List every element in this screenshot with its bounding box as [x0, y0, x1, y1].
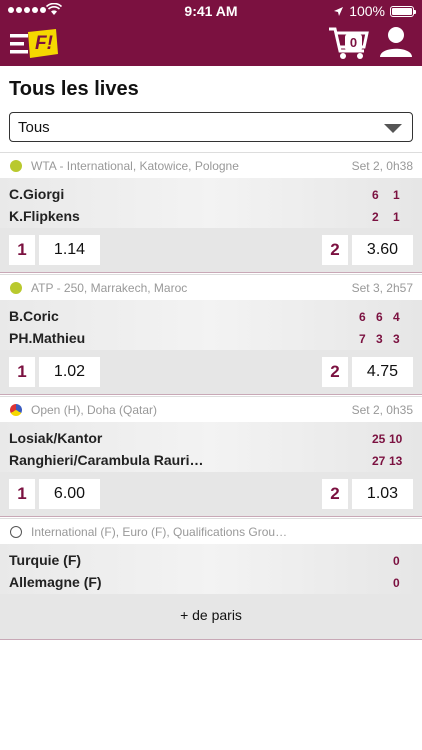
odd-label-away[interactable]: 2 — [322, 235, 348, 265]
event-status: Set 2, 0h38 — [351, 159, 413, 173]
team-name: Ranghieri/Carambula Rauri… — [9, 452, 204, 468]
tennis-ball-icon — [10, 282, 22, 294]
odd-value-home[interactable]: 6.00 — [39, 479, 100, 509]
score-cell: 6 — [372, 188, 379, 202]
team-name: Turquie (F) — [9, 552, 82, 568]
score-cell: 0 — [393, 576, 400, 590]
event-competition: WTA - International, Katowice, Pologne — [31, 159, 239, 173]
team-name: K.Flipkens — [9, 208, 80, 224]
score-cell: 13 — [389, 454, 403, 468]
sport-filter-select[interactable]: Tous — [9, 112, 413, 142]
battery-icon — [390, 5, 416, 17]
logo-text: F! — [35, 33, 53, 54]
event-status: Set 3, 2h57 — [351, 281, 413, 295]
football-icon — [10, 526, 22, 538]
battery-percent: 100% — [349, 3, 385, 19]
odd-label-away[interactable]: 2 — [322, 479, 348, 509]
event-header[interactable]: WTA - International, Katowice, Pologne S… — [0, 152, 422, 178]
chevron-down-icon — [384, 124, 402, 133]
team-name: Losiak/Kantor — [9, 430, 103, 446]
event-header[interactable]: ATP - 250, Marrakech, Maroc Set 3, 2h57 — [0, 274, 422, 300]
event-match[interactable]: Turquie (F) Allemagne (F) 0 0 — [0, 544, 422, 594]
location-arrow-icon — [334, 6, 344, 16]
status-bar: 9:41 AM 100% — [0, 0, 422, 22]
odd-label-home[interactable]: 1 — [9, 235, 35, 265]
app-header: 9:41 AM 100% F! 0 — [0, 0, 422, 66]
event-match[interactable]: Losiak/Kantor Ranghieri/Carambula Rauri…… — [0, 422, 422, 472]
score-cell: 1 — [393, 210, 400, 224]
event-match[interactable]: C.Giorgi K.Flipkens 6 1 2 1 — [0, 178, 422, 228]
score-cell: 7 — [359, 332, 366, 346]
odd-label-home[interactable]: 1 — [9, 357, 35, 387]
score-cell: 4 — [393, 310, 400, 324]
menu-button[interactable]: F! — [8, 28, 60, 60]
odd-value-home[interactable]: 1.02 — [39, 357, 100, 387]
event-match[interactable]: B.Coric PH.Mathieu 6 6 4 7 3 3 — [0, 300, 422, 350]
more-bets-row[interactable]: + de paris — [0, 594, 422, 639]
event-competition: Open (H), Doha (Qatar) — [31, 403, 158, 417]
event-card: International (F), Euro (F), Qualificati… — [0, 518, 422, 640]
odd-label-away[interactable]: 2 — [322, 357, 348, 387]
odd-label-home[interactable]: 1 — [9, 479, 35, 509]
score-cell: 6 — [376, 310, 383, 324]
team-name: PH.Mathieu — [9, 330, 86, 346]
score-cell: 1 — [393, 188, 400, 202]
score-cell: 10 — [389, 432, 403, 446]
score-cell: 25 — [372, 432, 386, 446]
page-title: Tous les lives — [9, 78, 139, 100]
odds-row: 1 1.02 2 4.75 — [0, 350, 422, 394]
cart-count-badge: 0 — [345, 34, 362, 51]
event-competition: International (F), Euro (F), Qualificati… — [31, 525, 288, 539]
more-bets-link[interactable]: + de paris — [0, 607, 422, 623]
odds-row: 1 6.00 2 1.03 — [0, 472, 422, 516]
score-cell: 0 — [393, 554, 400, 568]
account-button[interactable] — [378, 26, 414, 58]
odd-value-away[interactable]: 3.60 — [352, 235, 413, 265]
odd-value-away[interactable]: 4.75 — [352, 357, 413, 387]
event-card: Open (H), Doha (Qatar) Set 2, 0h35 Losia… — [0, 396, 422, 517]
filter-value: Tous — [18, 119, 50, 136]
odd-value-away[interactable]: 1.03 — [352, 479, 413, 509]
event-card: ATP - 250, Marrakech, Maroc Set 3, 2h57 … — [0, 274, 422, 395]
event-card: WTA - International, Katowice, Pologne S… — [0, 152, 422, 273]
team-name: Allemagne (F) — [9, 574, 102, 590]
score-cell: 27 — [372, 454, 386, 468]
team-name: C.Giorgi — [9, 186, 65, 202]
odd-value-home[interactable]: 1.14 — [39, 235, 100, 265]
score-cell: 3 — [393, 332, 400, 346]
event-status: Set 2, 0h35 — [351, 403, 413, 417]
tennis-ball-icon — [10, 160, 22, 172]
event-header[interactable]: International (F), Euro (F), Qualificati… — [0, 518, 422, 544]
score-cell: 2 — [372, 210, 379, 224]
user-icon — [380, 27, 412, 57]
score-cell: 3 — [376, 332, 383, 346]
event-header[interactable]: Open (H), Doha (Qatar) Set 2, 0h35 — [0, 396, 422, 422]
team-name: B.Coric — [9, 308, 59, 324]
score-cell: 6 — [359, 310, 366, 324]
volleyball-icon — [10, 404, 22, 416]
event-competition: ATP - 250, Marrakech, Maroc — [31, 281, 188, 295]
odds-row: 1 1.14 2 3.60 — [0, 228, 422, 272]
